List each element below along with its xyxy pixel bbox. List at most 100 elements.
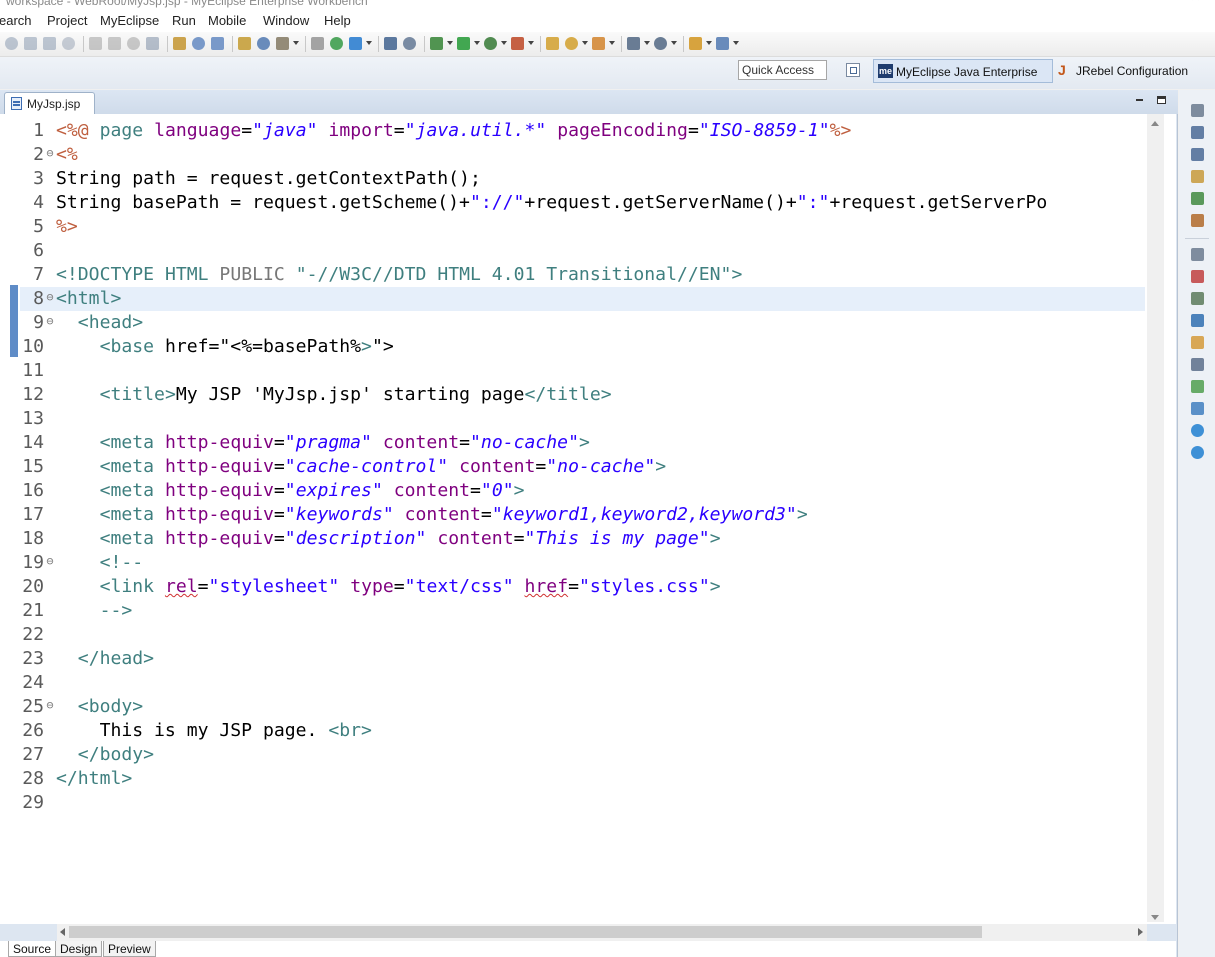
code-line[interactable]: 5 %> <box>20 215 1145 239</box>
step-over-icon[interactable] <box>108 37 121 50</box>
code-line[interactable]: 15 <meta http-equiv="cache-control" cont… <box>20 455 1145 479</box>
chevron-down-icon[interactable] <box>609 41 615 45</box>
quick-access-input[interactable]: Quick Access <box>738 60 827 80</box>
code-line[interactable]: 1 <%@ page language="java" import="java.u… <box>20 119 1145 143</box>
fold-toggle-icon[interactable]: ⊖ <box>44 695 56 715</box>
perspective-jrebel-configuration[interactable]: J JRebel Configuration <box>1054 59 1214 83</box>
plugin-icon[interactable] <box>1191 336 1204 349</box>
menu-mobile[interactable]: Mobile <box>208 13 246 28</box>
search-icon[interactable] <box>592 37 605 50</box>
code-line[interactable]: 13 <box>20 407 1145 431</box>
open-type-icon[interactable] <box>403 37 416 50</box>
hierarchy-icon[interactable] <box>1191 148 1204 161</box>
vertical-scrollbar[interactable] <box>1147 114 1164 922</box>
fold-toggle-icon[interactable]: ⊖ <box>44 311 56 331</box>
disconnect-icon[interactable] <box>62 37 75 50</box>
build-icon[interactable] <box>146 37 159 50</box>
code-area[interactable]: 1 <%@ page language="java" import="java.u… <box>20 119 1145 919</box>
settings-icon[interactable] <box>276 37 289 50</box>
image-preview-icon[interactable] <box>1191 424 1204 437</box>
fold-toggle-icon[interactable]: ⊖ <box>44 287 56 307</box>
external-tools-icon[interactable] <box>511 37 524 50</box>
chevron-down-icon[interactable] <box>733 41 739 45</box>
code-line[interactable]: 20 <link rel="stylesheet" type="text/css… <box>20 575 1145 599</box>
code-line[interactable]: 18 <meta http-equiv="description" conten… <box>20 527 1145 551</box>
html-icon[interactable] <box>330 37 343 50</box>
deploy-icon[interactable] <box>238 37 251 50</box>
step-into-icon[interactable] <box>89 37 102 50</box>
suspend-icon[interactable] <box>24 37 37 50</box>
chevron-down-icon[interactable] <box>582 41 588 45</box>
code-line[interactable]: 23 </head> <box>20 647 1145 671</box>
horizontal-scroll-thumb[interactable] <box>69 926 982 938</box>
code-line[interactable]: 26 This is my JSP page. <br> <box>20 719 1145 743</box>
new-icon[interactable] <box>173 37 186 50</box>
tab-design[interactable]: Design <box>55 941 103 957</box>
chevron-down-icon[interactable] <box>447 41 453 45</box>
web-browser-icon[interactable] <box>1191 402 1204 415</box>
server-icon[interactable] <box>257 37 270 50</box>
code-line[interactable]: 21 --> <box>20 599 1145 623</box>
restore-icon[interactable] <box>1191 248 1204 261</box>
new-jsp-icon[interactable] <box>311 37 324 50</box>
code-line[interactable]: 25 ⊖ <body> <box>20 695 1145 719</box>
table-icon[interactable] <box>384 37 397 50</box>
chevron-down-icon[interactable] <box>501 41 507 45</box>
code-line[interactable]: 3 String path = request.getContextPath(); <box>20 167 1145 191</box>
open-perspective-icon[interactable] <box>846 63 860 77</box>
open-project-icon[interactable] <box>565 37 578 50</box>
fold-toggle-icon[interactable]: ⊖ <box>44 551 56 571</box>
menu-run[interactable]: Run <box>172 13 196 28</box>
back-icon[interactable] <box>689 37 702 50</box>
code-line[interactable]: 19 ⊖ <!-- <box>20 551 1145 575</box>
junit-icon[interactable] <box>1191 214 1204 227</box>
tasks-icon[interactable] <box>1191 170 1204 183</box>
source-editor[interactable]: 1 <%@ page language="java" import="java.u… <box>0 114 1176 924</box>
fold-toggle-icon[interactable]: ⊖ <box>44 143 56 163</box>
scroll-down-icon[interactable] <box>1151 915 1159 920</box>
code-line[interactable]: 28 </html> <box>20 767 1145 791</box>
menu-search[interactable]: earch <box>0 13 32 28</box>
chevron-down-icon[interactable] <box>366 41 372 45</box>
servers-icon[interactable] <box>1191 292 1204 305</box>
perspective-myeclipse-java-enterprise[interactable]: me MyEclipse Java Enterprise <box>873 59 1053 83</box>
horizontal-scrollbar[interactable] <box>57 924 1147 941</box>
bookmarks-icon[interactable] <box>1191 270 1204 283</box>
chevron-down-icon[interactable] <box>706 41 712 45</box>
step-return-icon[interactable] <box>127 37 140 50</box>
redo-icon[interactable] <box>211 37 224 50</box>
prev-annotation-icon[interactable] <box>654 37 667 50</box>
menu-project[interactable]: Project <box>47 13 87 28</box>
debug-icon[interactable] <box>430 37 443 50</box>
code-line[interactable]: 16 <meta http-equiv="expires" content="0… <box>20 479 1145 503</box>
console-icon[interactable] <box>1191 314 1204 327</box>
chevron-down-icon[interactable] <box>293 41 299 45</box>
menu-window[interactable]: Window <box>263 13 309 28</box>
code-line[interactable]: 2 ⊖ <% <box>20 143 1145 167</box>
outline-icon[interactable] <box>1191 126 1204 139</box>
code-line[interactable]: 24 <box>20 671 1145 695</box>
code-line[interactable]: 14 <meta http-equiv="pragma" content="no… <box>20 431 1145 455</box>
run-icon[interactable] <box>457 37 470 50</box>
terminate-icon[interactable] <box>43 37 56 50</box>
code-line[interactable]: 27 </body> <box>20 743 1145 767</box>
chevron-down-icon[interactable] <box>671 41 677 45</box>
code-line[interactable]: 29 <box>20 791 1145 815</box>
menu-help[interactable]: Help <box>324 13 351 28</box>
open-folder-icon[interactable] <box>546 37 559 50</box>
debug-icon[interactable] <box>1191 192 1204 205</box>
tab-preview[interactable]: Preview <box>103 941 156 957</box>
restore-icon[interactable] <box>1191 104 1204 117</box>
code-line[interactable]: 12 <title>My JSP 'MyJsp.jsp' starting pa… <box>20 383 1145 407</box>
editor-tab-myjsp[interactable]: MyJsp.jsp <box>4 92 95 114</box>
profile-icon[interactable] <box>484 37 497 50</box>
forward-icon[interactable] <box>716 37 729 50</box>
code-line[interactable]: 4 String basePath = request.getScheme()+"… <box>20 191 1145 215</box>
code-line[interactable]: 11 <box>20 359 1145 383</box>
scroll-right-icon[interactable] <box>1138 928 1143 936</box>
chevron-down-icon[interactable] <box>474 41 480 45</box>
maximize-icon[interactable] <box>1157 96 1166 104</box>
code-line[interactable]: 10 <base href="<%=basePath%>"> <box>20 335 1145 359</box>
code-line[interactable]: 17 <meta http-equiv="keywords" content="… <box>20 503 1145 527</box>
chevron-down-icon[interactable] <box>644 41 650 45</box>
